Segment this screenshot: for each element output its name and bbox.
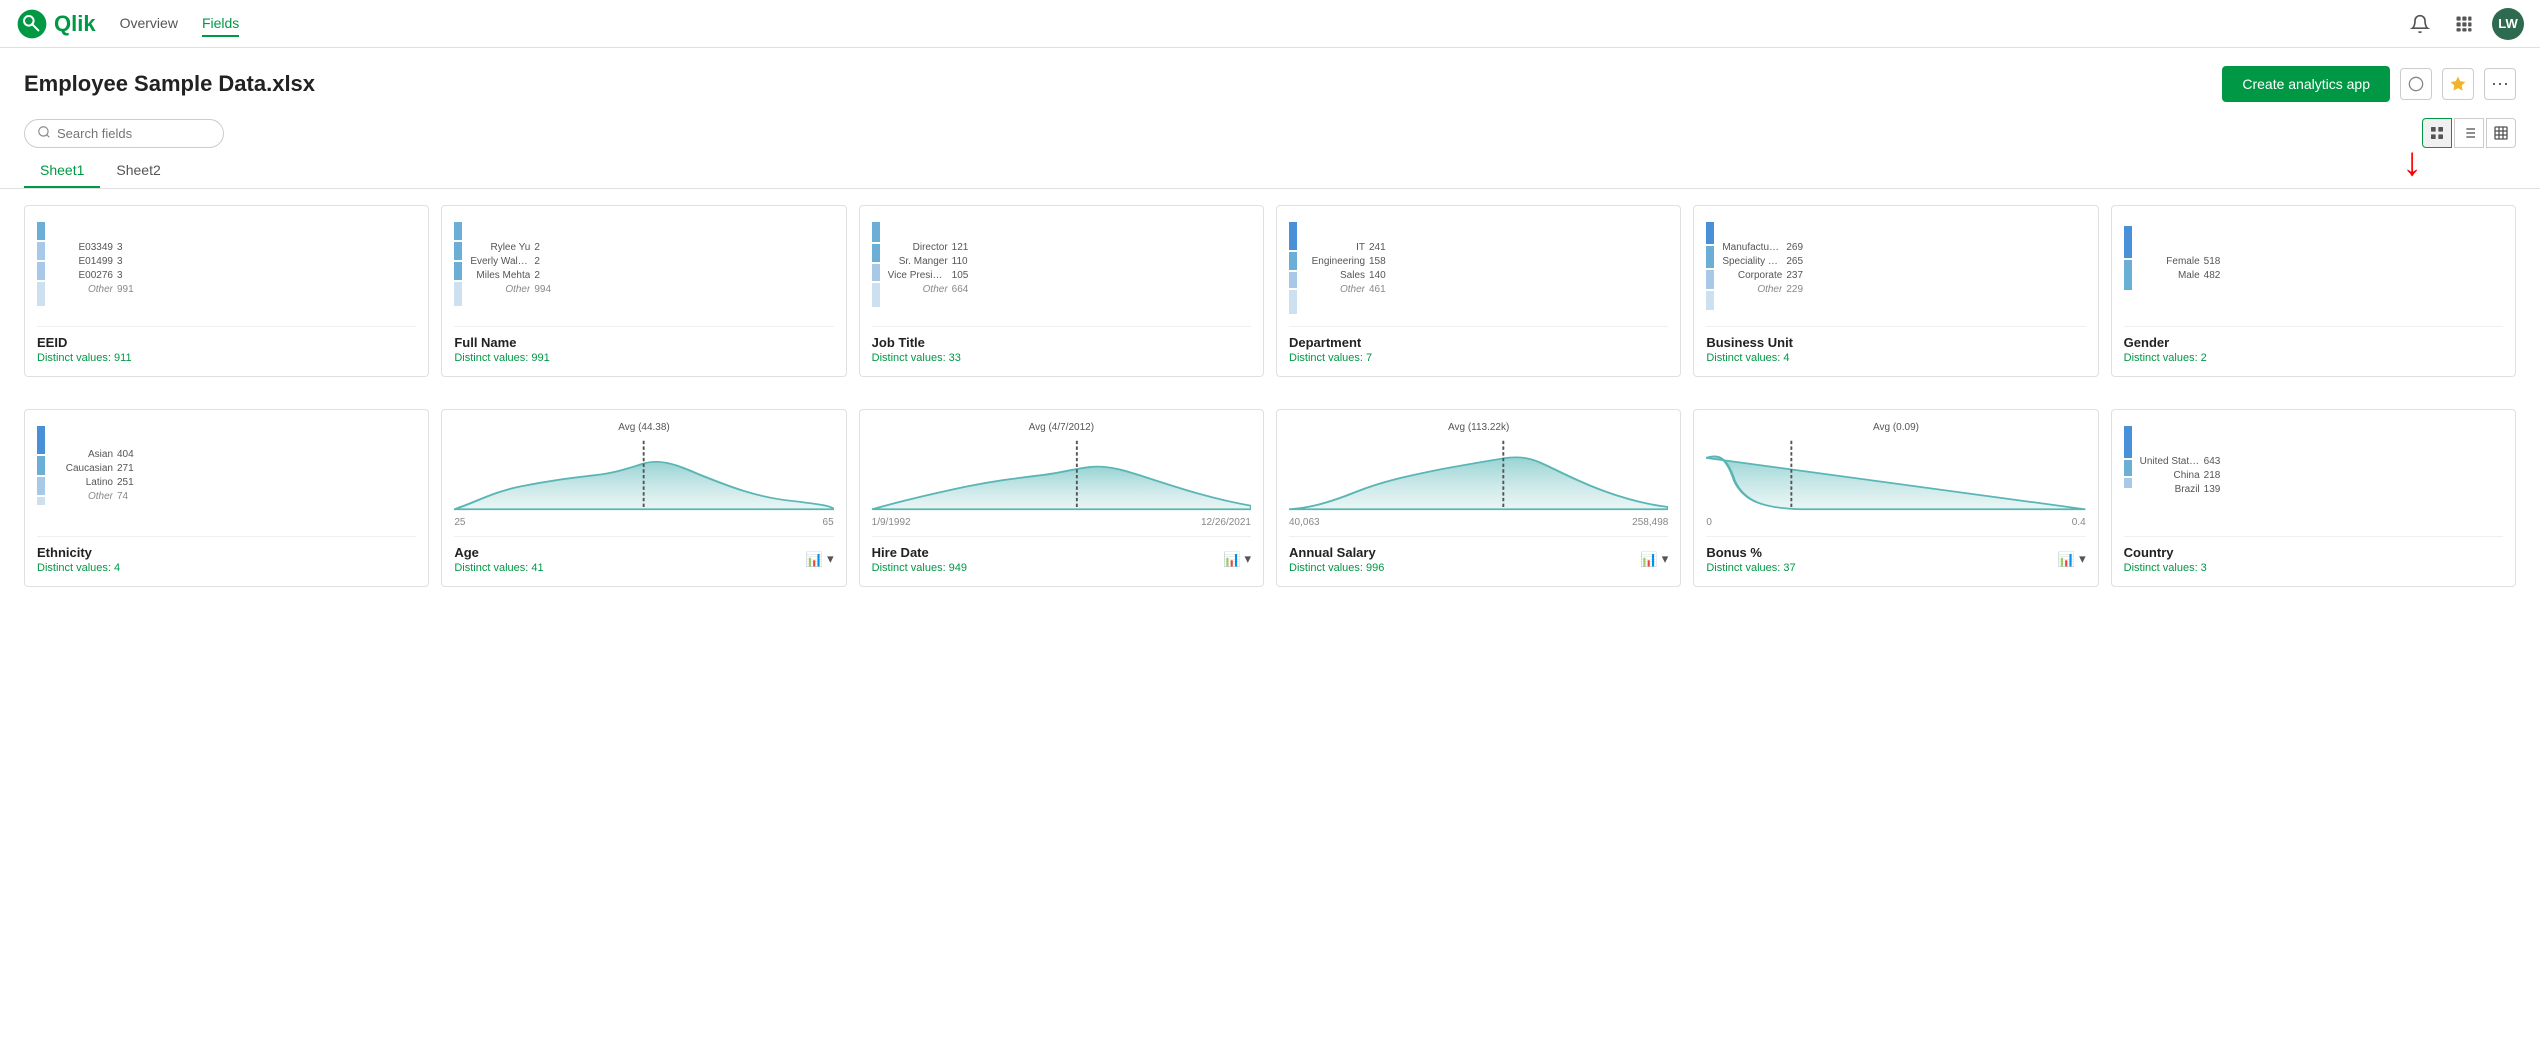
card-eeid-distinct: Distinct values: 911 [37,352,416,364]
table-view-button[interactable] [2486,118,2516,148]
card-bonus-max: 0.4 [2072,517,2086,528]
title-actions: Create analytics app ⋯ [2222,66,2516,102]
card-business-unit-distinct: Distinct values: 4 [1706,352,2085,364]
more-options-icon[interactable]: ⋯ [2484,68,2516,100]
sheet-tabs: Sheet1 Sheet2 [0,154,2540,189]
card-bonus-avg: Avg (0.09) [1706,422,2085,433]
share-icon[interactable] [2400,68,2432,100]
nav-overview[interactable]: Overview [120,11,178,37]
create-analytics-button[interactable]: Create analytics app [2222,66,2390,102]
card-hire-date-chart-icon[interactable]: 📊 [1223,551,1240,568]
card-salary-chart-icon[interactable]: 📊 [1640,551,1657,568]
notifications-icon[interactable] [2404,8,2436,40]
card-gender-title: Gender [2124,335,2503,350]
main-nav: Overview Fields [120,11,240,37]
card-age-distinct: Distinct values: 41 [454,562,543,574]
card-salary-dropdown-icon[interactable]: ▾ [1662,551,1669,568]
grid-view-button[interactable] [2422,118,2452,148]
card-age-chart-icon[interactable]: 📊 [806,551,823,568]
card-hire-date-dropdown-icon[interactable]: ▾ [1244,551,1251,568]
card-business-unit-title: Business Unit [1706,335,2085,350]
card-eeid-title: EEID [37,335,416,350]
card-hire-date-avg: Avg (4/7/2012) [872,422,1251,433]
card-ethnicity-distinct: Distinct values: 4 [37,562,416,574]
card-department: IT241 Engineering158 Sales140 Other461 D… [1276,205,1681,377]
card-ethnicity-title: Ethnicity [37,545,416,560]
search-box [24,119,224,148]
card-age: Avg (44.38) 25 65 [441,409,846,587]
apps-icon[interactable] [2448,8,2480,40]
title-bar: Employee Sample Data.xlsx Create analyti… [0,48,2540,112]
card-bonus-chart-icon[interactable]: 📊 [2058,551,2075,568]
card-hire-date: Avg (4/7/2012) 1/9/1992 12/26/2021 [859,409,1264,587]
card-full-name: Rylee Yu2 Everly Walker2 Miles Mehta2 Ot… [441,205,846,377]
logo-text: Qlik [54,11,96,37]
card-full-name-title: Full Name [454,335,833,350]
qlik-logo[interactable]: Qlik [16,8,96,40]
card-bonus-title: Bonus % [1706,545,1795,560]
cards-grid-row1: E033493 E014993 E002763 Other991 EEID Di… [0,189,2540,393]
card-hire-date-min: 1/9/1992 [872,517,911,528]
card-department-distinct: Distinct values: 7 [1289,352,1668,364]
card-annual-salary: Avg (113.22k) 40,063 258,498 [1276,409,1681,587]
card-full-name-distinct: Distinct values: 991 [454,352,833,364]
card-annual-salary-avg: Avg (113.22k) [1289,422,1668,433]
card-annual-salary-min: 40,063 [1289,517,1320,528]
card-annual-salary-max: 258,498 [1632,517,1668,528]
card-hire-date-distinct: Distinct values: 949 [872,562,967,574]
cards-grid-row2: Asian404 Caucasian271 Latino251 Other74 … [0,393,2540,603]
card-bonus-distinct: Distinct values: 37 [1706,562,1795,574]
tab-sheet1[interactable]: Sheet1 [24,154,100,188]
card-age-max: 65 [823,517,834,528]
card-hire-date-title: Hire Date [872,545,967,560]
search-input[interactable] [57,126,211,141]
card-department-title: Department [1289,335,1668,350]
card-country-distinct: Distinct values: 3 [2124,562,2503,574]
view-toggles [2422,118,2516,148]
list-view-button[interactable] [2454,118,2484,148]
card-country-title: Country [2124,545,2503,560]
page-title: Employee Sample Data.xlsx [24,71,2222,97]
card-job-title: Director121 Sr. Manger110 Vice President… [859,205,1264,377]
header-icons: LW [2404,8,2524,40]
tab-sheet2[interactable]: Sheet2 [100,154,176,188]
controls-bar [0,112,2540,154]
app-header: Qlik Overview Fields [0,0,2540,48]
card-age-avg: Avg (44.38) [454,422,833,433]
card-job-title-distinct: Distinct values: 33 [872,352,1251,364]
card-country: United States643 China218 Brazil139 Coun… [2111,409,2516,587]
search-icon [37,125,51,142]
red-arrow-annotation: ↓ [2402,142,2422,182]
card-gender: Female518 Male482 Gender Distinct values… [2111,205,2516,377]
card-bonus-pct: Avg (0.09) 0 0.4 [1693,409,2098,587]
card-age-title: Age [454,545,543,560]
card-job-title-title: Job Title [872,335,1251,350]
card-annual-salary-title: Annual Salary [1289,545,1384,560]
card-ethnicity: Asian404 Caucasian271 Latino251 Other74 … [24,409,429,587]
favorite-icon[interactable] [2442,68,2474,100]
user-avatar[interactable]: LW [2492,8,2524,40]
card-gender-distinct: Distinct values: 2 [2124,352,2503,364]
card-hire-date-max: 12/26/2021 [1201,517,1251,528]
card-business-unit: Manufacturing269 Speciality Products265 … [1693,205,2098,377]
card-eeid: E033493 E014993 E002763 Other991 EEID Di… [24,205,429,377]
nav-fields[interactable]: Fields [202,11,239,37]
card-age-dropdown-icon[interactable]: ▾ [827,551,834,568]
card-bonus-dropdown-icon[interactable]: ▾ [2079,551,2086,568]
card-annual-salary-distinct: Distinct values: 996 [1289,562,1384,574]
card-age-min: 25 [454,517,465,528]
card-bonus-min: 0 [1706,517,1712,528]
